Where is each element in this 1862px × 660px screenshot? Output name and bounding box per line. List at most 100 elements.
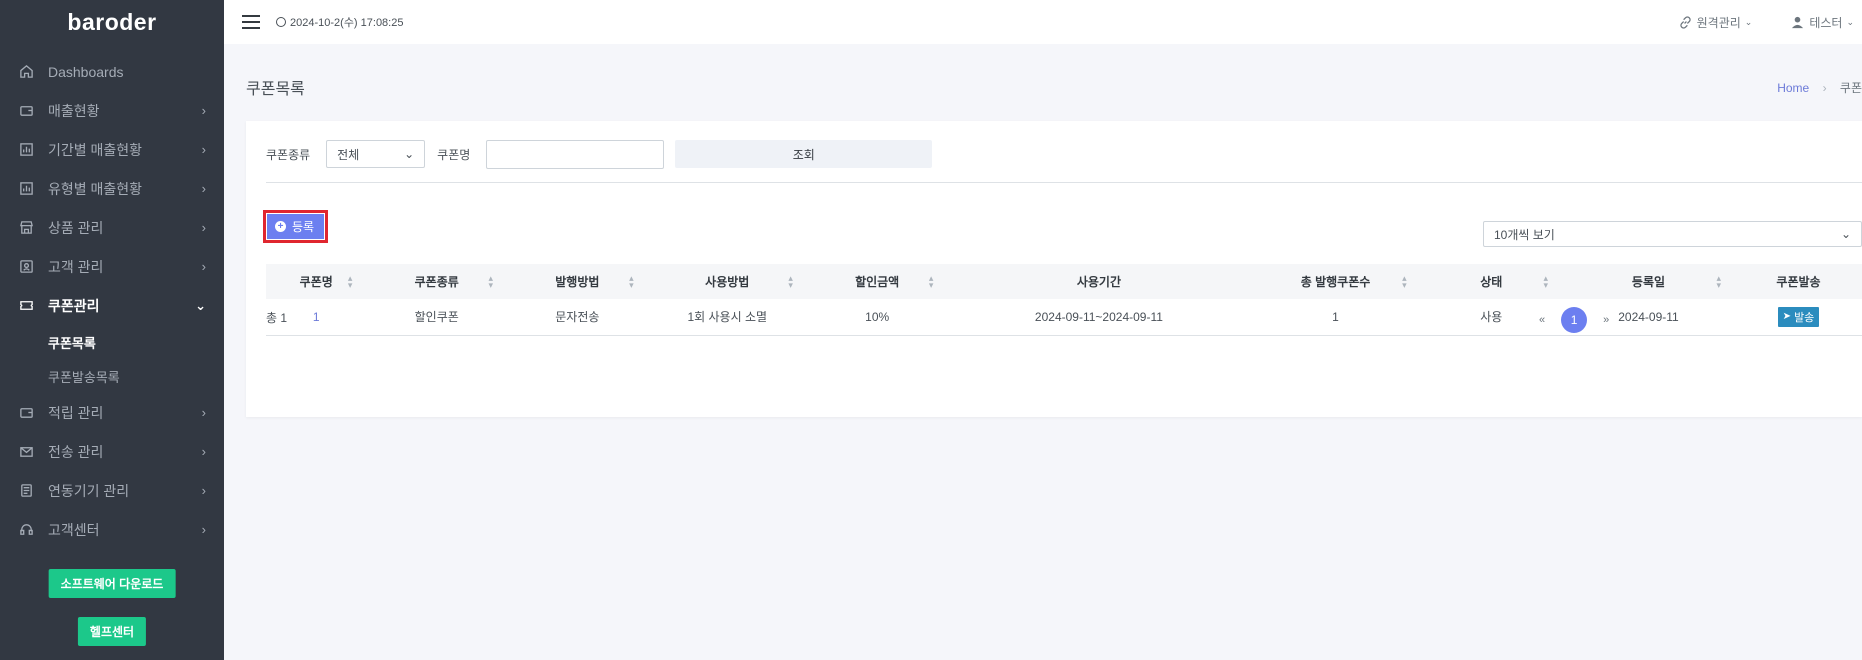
divider xyxy=(266,182,1862,183)
breadcrumb-home[interactable]: Home xyxy=(1777,81,1809,95)
chevron-down-icon: ⌄ xyxy=(195,297,206,313)
pagination: « 1 » xyxy=(1539,307,1609,333)
search-button[interactable]: 조회 xyxy=(675,140,933,168)
column-header[interactable]: 발행방법 ▴ ▾ xyxy=(507,264,648,299)
chevron-right-icon: › xyxy=(201,142,206,157)
cell-usage-method: 1회 사용시 소멸 xyxy=(687,310,768,325)
column-header[interactable]: 쿠폰종류 ▴ ▾ xyxy=(366,264,507,299)
subnav-item-coupon-list[interactable]: 쿠폰목록 xyxy=(0,325,224,359)
sort-icon: ▴ ▾ xyxy=(347,272,353,290)
sidebar-item-support[interactable]: 고객센터 › xyxy=(0,510,224,549)
user-menu[interactable]: 테스터 ⌄ xyxy=(1790,14,1854,31)
column-header[interactable]: 쿠폰명 ▴ ▾ xyxy=(266,264,366,299)
sidebar-item-sales[interactable]: 매출현황 › xyxy=(0,91,224,130)
column-header[interactable]: 할인금액 ▴ ▾ xyxy=(807,264,948,299)
coupon-table: 쿠폰명 ▴ ▾ 쿠폰종류 ▴ ▾ 발행방법 ▴ ▾ 사용방법 ▴ ▾ 할인금액 ▴ ▾ 사용기간 총… xyxy=(266,264,1862,336)
sidebar-item-dashboards[interactable]: Dashboards xyxy=(0,52,224,91)
sidebar-item-label: 고객센터 xyxy=(48,521,100,538)
datetime-text: 2024-10-2(수) 17:08:25 xyxy=(290,17,404,29)
coupon-subnav: 쿠폰목록 쿠폰발송목록 xyxy=(0,325,224,393)
table-row: 1 할인쿠폰 문자전송 1회 사용시 소멸 10% 2024-09-11~202… xyxy=(266,299,1862,335)
sort-icon: ▴ ▾ xyxy=(1402,272,1407,290)
page-title: 쿠폰목록 xyxy=(246,81,305,98)
sidebar-item-points[interactable]: 적립 관리 › xyxy=(0,393,224,432)
chevron-right-icon: › xyxy=(201,103,206,118)
register-button[interactable]: + 등록 xyxy=(267,214,325,239)
sidebar-nav: Dashboards 매출현황 › 기간별 매출현황 › 유형별 매출현황 › … xyxy=(0,52,224,549)
sidebar: baroder Dashboards 매출현황 › 기간별 매출현황 › 유형별… xyxy=(0,0,224,660)
headset-icon xyxy=(18,522,34,538)
sidebar-item-label: 쿠폰관리 xyxy=(48,297,100,314)
cell-issue-method: 문자전송 xyxy=(555,310,600,325)
sort-icon: ▴ ▾ xyxy=(488,272,494,290)
page-button-current[interactable]: 1 xyxy=(1561,307,1588,333)
coupon-type-select[interactable]: 전체 ⌄ xyxy=(326,140,426,168)
sort-icon: ▴ ▾ xyxy=(928,272,934,290)
sort-icon: ▴ ▾ xyxy=(1543,272,1548,290)
send-coupon-button[interactable]: ➤ 발송 xyxy=(1777,306,1820,327)
sidebar-item-coupons[interactable]: 쿠폰관리 ⌄ xyxy=(0,286,224,325)
column-header[interactable]: 등록일 ▴ ▾ xyxy=(1562,264,1735,299)
sidebar-item-label: 전송 관리 xyxy=(48,443,104,460)
topbar-right: 원격관리 ⌄ 테스터 ⌄ xyxy=(1678,0,1862,44)
next-page-button[interactable]: » xyxy=(1603,314,1609,326)
cell-send: ➤ 발송 xyxy=(1735,299,1862,335)
coupon-type-label: 쿠폰종류 xyxy=(266,147,311,162)
paper-plane-icon: ➤ xyxy=(1782,311,1792,323)
sidebar-item-devices[interactable]: 연동기기 관리 › xyxy=(0,471,224,510)
breadcrumb-current: 쿠폰 xyxy=(1839,81,1862,95)
column-header[interactable]: 총 발행쿠폰수 ▴ ▾ xyxy=(1250,264,1420,299)
column-header[interactable]: 상태 ▴ ▾ xyxy=(1421,264,1562,299)
chevron-right-icon: › xyxy=(201,483,206,498)
software-download-button[interactable]: 소프트웨어 다운로드 xyxy=(48,569,176,598)
remote-manage-label: 원격관리 xyxy=(1696,15,1741,30)
chevron-right-icon: › xyxy=(201,444,206,459)
bar-chart-icon xyxy=(18,142,34,158)
menu-toggle-icon[interactable] xyxy=(242,15,260,29)
coupon-name-label: 쿠폰명 xyxy=(437,147,471,162)
sidebar-item-label: 유형별 매출현황 xyxy=(48,180,143,197)
chevron-right-icon: › xyxy=(201,405,206,420)
coupon-list-card: 쿠폰종류 전체 ⌄ 쿠폰명 조회 + 등록 10개씩 보기 ⌄ 쿠폰명 ▴ ▾ 쿠폰… xyxy=(246,121,1862,417)
current-datetime: 2024-10-2(수) 17:08:25 xyxy=(276,14,403,30)
table-header-row: 쿠폰명 ▴ ▾ 쿠폰종류 ▴ ▾ 발행방법 ▴ ▾ 사용방법 ▴ ▾ 할인금액 ▴ ▾ 사용기간 총… xyxy=(266,264,1862,299)
breadcrumb-separator: › xyxy=(1822,81,1827,95)
sidebar-item-period-sales[interactable]: 기간별 매출현황 › xyxy=(0,130,224,169)
remote-manage-menu[interactable]: 원격관리 ⌄ xyxy=(1678,14,1753,31)
home-icon xyxy=(18,64,34,80)
column-header: 사용기간 xyxy=(1076,275,1122,289)
brand-logo[interactable]: baroder xyxy=(0,0,224,44)
coupon-name-input[interactable] xyxy=(486,139,665,169)
coupon-type-value: 전체 xyxy=(337,147,360,162)
prev-page-button[interactable]: « xyxy=(1539,314,1545,326)
help-center-button[interactable]: 헬프센터 xyxy=(77,617,147,646)
chevron-down-icon: ⌄ xyxy=(404,147,415,161)
sidebar-item-label: 고객 관리 xyxy=(48,258,104,275)
sidebar-item-label: 매출현황 xyxy=(48,102,100,119)
total-count: 총 1 xyxy=(266,311,288,325)
cell-coupon-type: 할인쿠폰 xyxy=(414,310,459,325)
page-size-select[interactable]: 10개씩 보기 ⌄ xyxy=(1483,221,1862,247)
contact-card-icon xyxy=(18,259,34,275)
sidebar-item-products[interactable]: 상품 관리 › xyxy=(0,208,224,247)
sidebar-item-type-sales[interactable]: 유형별 매출현황 › xyxy=(0,169,224,208)
user-icon xyxy=(1792,16,1804,28)
sidebar-item-messaging[interactable]: 전송 관리 › xyxy=(0,432,224,471)
column-header[interactable]: 사용방법 ▴ ▾ xyxy=(648,264,807,299)
chevron-down-icon: ⌄ xyxy=(1744,16,1753,27)
subnav-item-coupon-send-list[interactable]: 쿠폰발송목록 xyxy=(0,359,224,393)
sidebar-item-label: 상품 관리 xyxy=(48,219,104,236)
chevron-down-icon: ⌄ xyxy=(1840,227,1851,241)
sidebar-item-customers[interactable]: 고객 관리 › xyxy=(0,247,224,286)
bar-chart-icon xyxy=(18,181,34,197)
sidebar-item-label: Dashboards xyxy=(48,63,124,80)
register-highlight: + 등록 xyxy=(263,210,329,243)
sort-icon: ▴ ▾ xyxy=(1716,272,1721,290)
chevron-down-icon: ⌄ xyxy=(1846,16,1854,27)
sidebar-item-label: 적립 관리 xyxy=(48,404,104,421)
topbar: 2024-10-2(수) 17:08:25 원격관리 ⌄ 테스터 ⌄ xyxy=(224,0,1862,44)
plus-circle-icon: + xyxy=(275,221,286,232)
cell-issued-count: 1 xyxy=(1332,309,1339,324)
chevron-right-icon: › xyxy=(201,522,206,537)
column-header: 쿠폰발송 xyxy=(1776,275,1821,289)
